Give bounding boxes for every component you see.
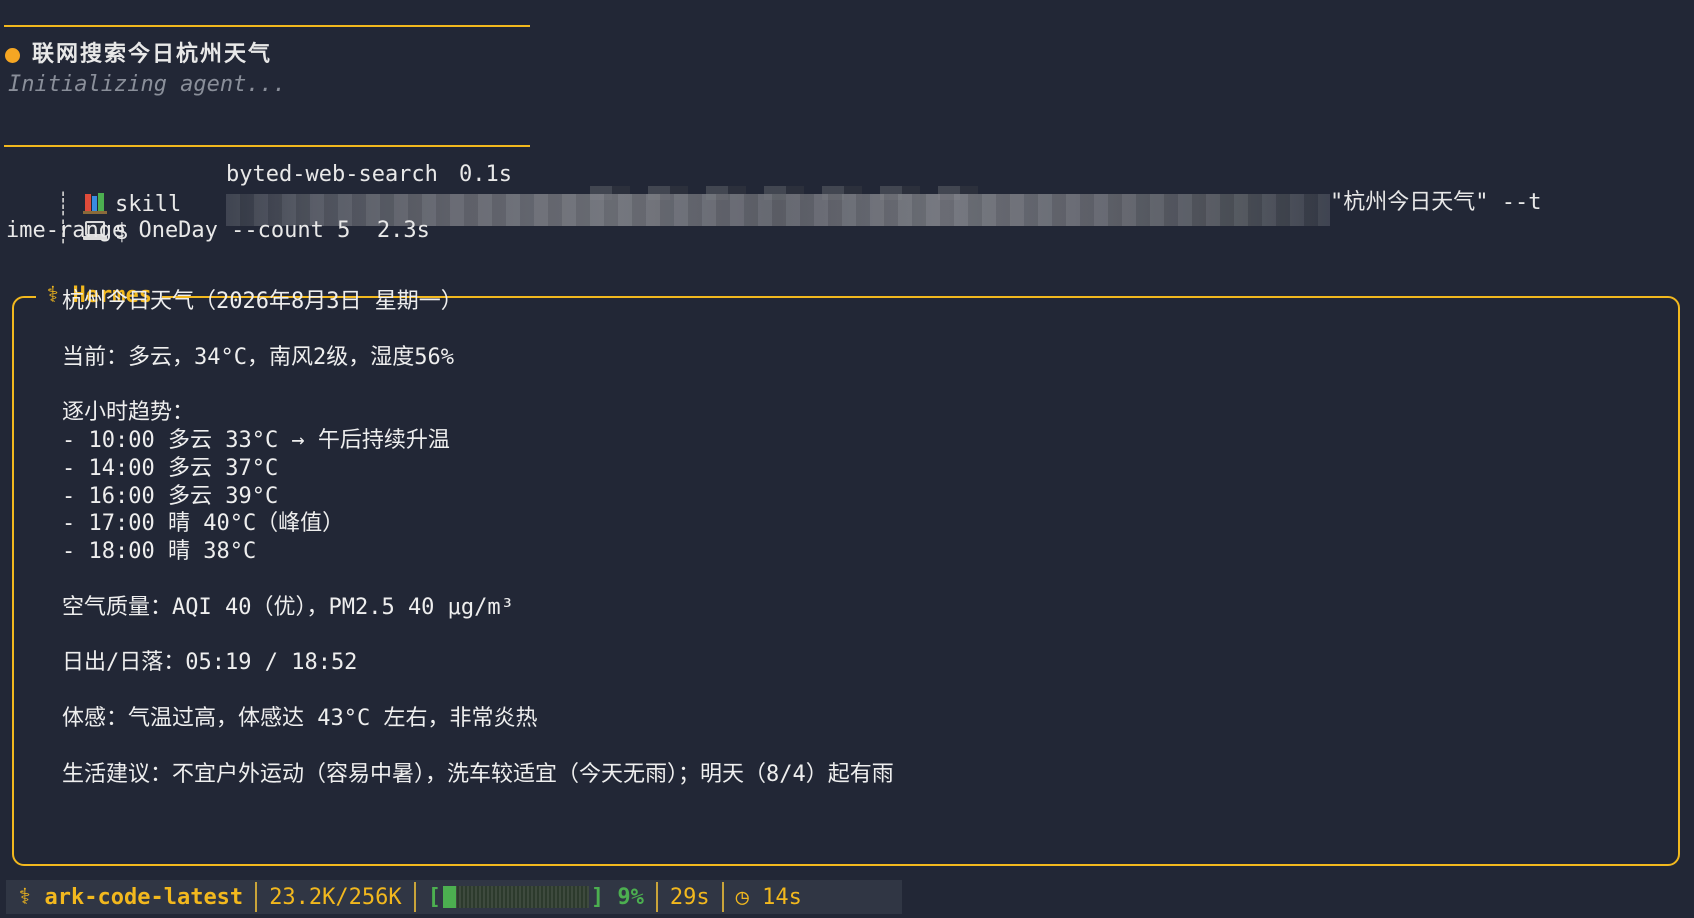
tool-skill-duration: 0.1s — [459, 162, 512, 187]
status-bar: ⚕ ark-code-latest 23.2K/256K [] 9% 29s ◷… — [6, 880, 902, 914]
response-line: 体感：气温过高，体感达 43°C 左右，非常炎热 — [62, 706, 538, 731]
tool-call-skill[interactable]: ┊ skill — [30, 160, 182, 217]
tool-shell-command-wrap: ime-range OneDay --count 5 2.3s — [6, 218, 430, 243]
model-segment[interactable]: ⚕ ark-code-latest — [6, 880, 255, 914]
context-segment: [] 9% — [416, 880, 656, 914]
response-line: 当前：多云，34°C，南风2级，湿度56% — [62, 344, 454, 370]
tool-shell-duration: 2.3s — [376, 218, 430, 243]
response-line: - 10:00 多云 33°C → 午后持续升温 — [62, 428, 450, 453]
bar-open: [ — [427, 884, 441, 910]
task-status-text: Initializing agent... — [8, 72, 287, 97]
timer-segment: ◷ 14s — [724, 880, 814, 914]
elapsed-time: 29s — [669, 884, 710, 910]
response-line: 生活建议：不宜户外运动（容易中暑），洗车较适宜（今天无雨）；明天（8/4）起有雨 — [62, 761, 894, 787]
response-line: 日出/日落：05:19 / 18:52 — [62, 650, 358, 676]
tool-shell-command-tail: "杭州今日天气" --t — [1330, 190, 1542, 215]
task-status-dot — [5, 48, 20, 63]
tool-skill-name: byted-web-search — [226, 162, 438, 187]
task-rule-top — [4, 25, 530, 27]
task-title: 联网搜索今日杭州天气 — [32, 42, 273, 67]
response-line: - 14:00 多云 37°C — [62, 455, 279, 481]
response-line: - 18:00 晴 38°C — [62, 539, 257, 565]
tool-call-shell[interactable]: ┊ $ — [30, 188, 129, 245]
caduceus-icon: ⚕ — [18, 884, 45, 910]
timer-value: 14s — [762, 884, 802, 910]
caduceus-icon: ⚕ — [46, 283, 60, 308]
task-rule-bottom — [4, 145, 530, 147]
response-line: 杭州今日天气（2026年8月3日 星期一） — [62, 289, 463, 314]
token-count: 23.2K/256K — [269, 884, 402, 910]
context-progress-bar — [442, 886, 589, 908]
context-progress-fill — [442, 886, 457, 908]
response-line: - 17:00 晴 40°C（峰值） — [62, 511, 345, 537]
bar-close: ] — [590, 884, 605, 910]
response-line: - 16:00 多云 39°C — [62, 483, 279, 509]
model-name: ark-code-latest — [44, 884, 244, 910]
clock-icon: ◷ — [735, 884, 763, 910]
context-percent: 9% — [617, 884, 644, 910]
response-line: 逐小时趋势： — [62, 400, 195, 426]
response-line: 空气质量：AQI 40（优），PM2.5 40 μg/m³ — [62, 594, 514, 620]
